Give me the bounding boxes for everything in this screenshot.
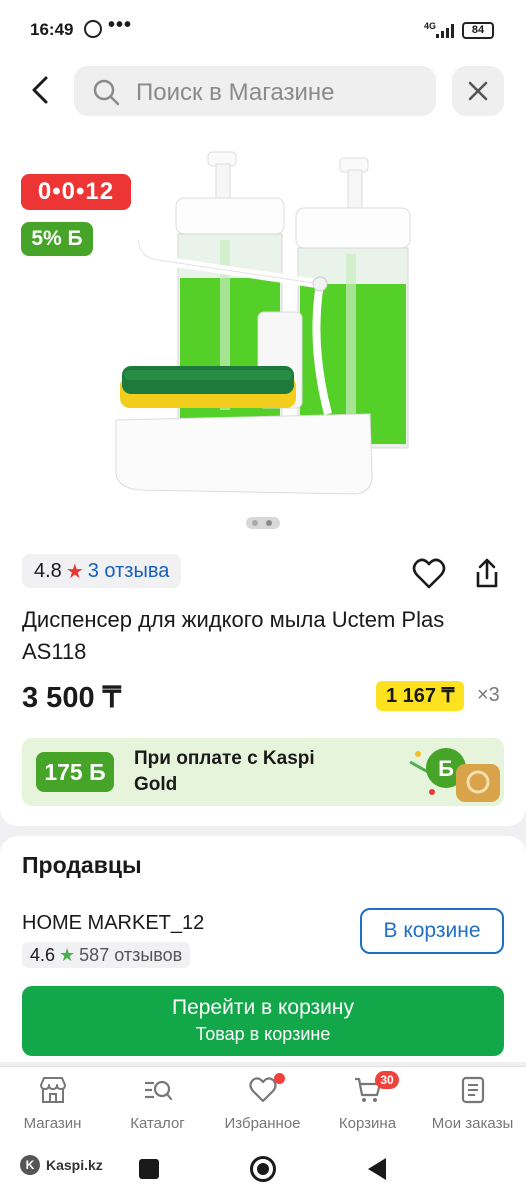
nav-item-cart[interactable]: 30 Корзина [315, 1067, 420, 1139]
gallery-dot [252, 520, 258, 526]
sellers-section: Продавцы HOME MARKET_12 4.6 ★ 587 отзыво… [0, 836, 526, 1062]
notification-dot [274, 1073, 285, 1084]
seller-rating-value: 4.6 [30, 944, 56, 965]
bottom-navigation: Магазин Каталог Избранное 30 Корзина Мои… [0, 1066, 526, 1138]
kaspi-logo-icon: K [20, 1155, 40, 1175]
go-to-cart-button[interactable]: Перейти в корзину Товар в корзине [22, 986, 504, 1056]
nav-label: Магазин [23, 1115, 82, 1132]
product-title: Диспенсер для жидкого мыла Uctem Plas AS… [22, 607, 445, 664]
search-placeholder: Поиск в Магазине [136, 79, 335, 106]
star-icon: ★ [65, 560, 84, 583]
share-button[interactable] [470, 556, 504, 590]
seller-name[interactable]: HOME MARKET_12 [22, 912, 204, 935]
catalog-search-icon [145, 1080, 173, 1101]
nav-label: Мои заказы [431, 1115, 514, 1132]
seller-rating-chip: 4.6 ★ 587 отзывов [22, 942, 191, 968]
go-to-cart-label: Перейти в корзину [171, 996, 355, 1019]
network-type: 4G [424, 21, 437, 31]
close-button[interactable] [452, 66, 504, 116]
close-icon [468, 81, 488, 101]
system-back-button[interactable] [368, 1158, 386, 1180]
kaspi-gold-banner[interactable]: 175 Б При оплате с Kaspi Gold Б [22, 738, 504, 806]
product-price: 3 500 ₸ [22, 682, 122, 714]
status-time: 16:49 [30, 20, 74, 39]
kaspi-logo: K Kaspi.kz [20, 1155, 103, 1175]
more-notifications-icon: ••• [108, 14, 133, 36]
in-cart-button[interactable]: В корзине [360, 908, 504, 954]
bonus-badge: 5% Б [21, 222, 93, 256]
kaspi-gold-text: При оплате с Kaspi Gold [134, 748, 315, 795]
star-icon: ★ [59, 944, 76, 965]
back-button[interactable] [20, 70, 60, 110]
signal-icon [436, 24, 458, 38]
product-gallery[interactable]: 0•0•12 5% Б [0, 124, 526, 544]
svg-text:Б: Б [438, 756, 454, 781]
sellers-title: Продавцы [22, 852, 142, 878]
nav-item-shop[interactable]: Магазин [0, 1067, 105, 1139]
top-bar: Поиск в Магазине [0, 62, 526, 124]
kaspi-logo-text: Kaspi.kz [46, 1157, 103, 1173]
go-to-cart-sublabel: Товар в корзине [195, 1024, 331, 1044]
nav-label: Избранное [224, 1115, 301, 1132]
chevron-left-icon [32, 76, 48, 104]
nav-label: Корзина [338, 1115, 397, 1132]
nav-label: Каталог [130, 1115, 185, 1132]
search-icon [93, 79, 120, 106]
shop-icon [40, 1077, 66, 1103]
status-bar: 16:49 ••• 4G 84 [0, 0, 526, 62]
reviews-link[interactable]: 3 отзыва [88, 560, 170, 583]
search-input[interactable]: Поиск в Магазине [74, 66, 436, 116]
battery-icon: 84 [462, 22, 494, 39]
kaspi-gold-card-icon: Б [409, 748, 500, 802]
whatsapp-icon [84, 20, 102, 38]
home-button[interactable] [250, 1156, 276, 1182]
rating-chip[interactable]: 4.8 ★ 3 отзыва [22, 554, 182, 588]
installment-price: 1 167 ₸ [376, 681, 465, 711]
installment-multiplier: ×3 [477, 684, 500, 706]
gallery-pagination [246, 517, 280, 529]
nav-item-orders[interactable]: Мои заказы [420, 1067, 525, 1139]
system-navigation-bar: K Kaspi.kz [0, 1138, 526, 1200]
seller-reviews-count: 587 отзывов [79, 944, 183, 965]
orders-icon [461, 1076, 485, 1104]
recent-apps-button[interactable] [139, 1159, 159, 1179]
nav-item-favorites[interactable]: Избранное [210, 1067, 315, 1139]
cart-count-badge: 30 [375, 1071, 399, 1089]
nav-item-catalog[interactable]: Каталог [105, 1067, 210, 1139]
rating-value: 4.8 [34, 559, 62, 582]
gallery-dot-active [266, 520, 272, 526]
product-image [115, 151, 411, 495]
kaspi-gold-bonus: 175 Б [36, 752, 114, 792]
favorite-button[interactable] [412, 558, 446, 590]
product-info: 4.8 ★ 3 отзыва Диспенсер для жидкого мыл… [0, 544, 526, 826]
